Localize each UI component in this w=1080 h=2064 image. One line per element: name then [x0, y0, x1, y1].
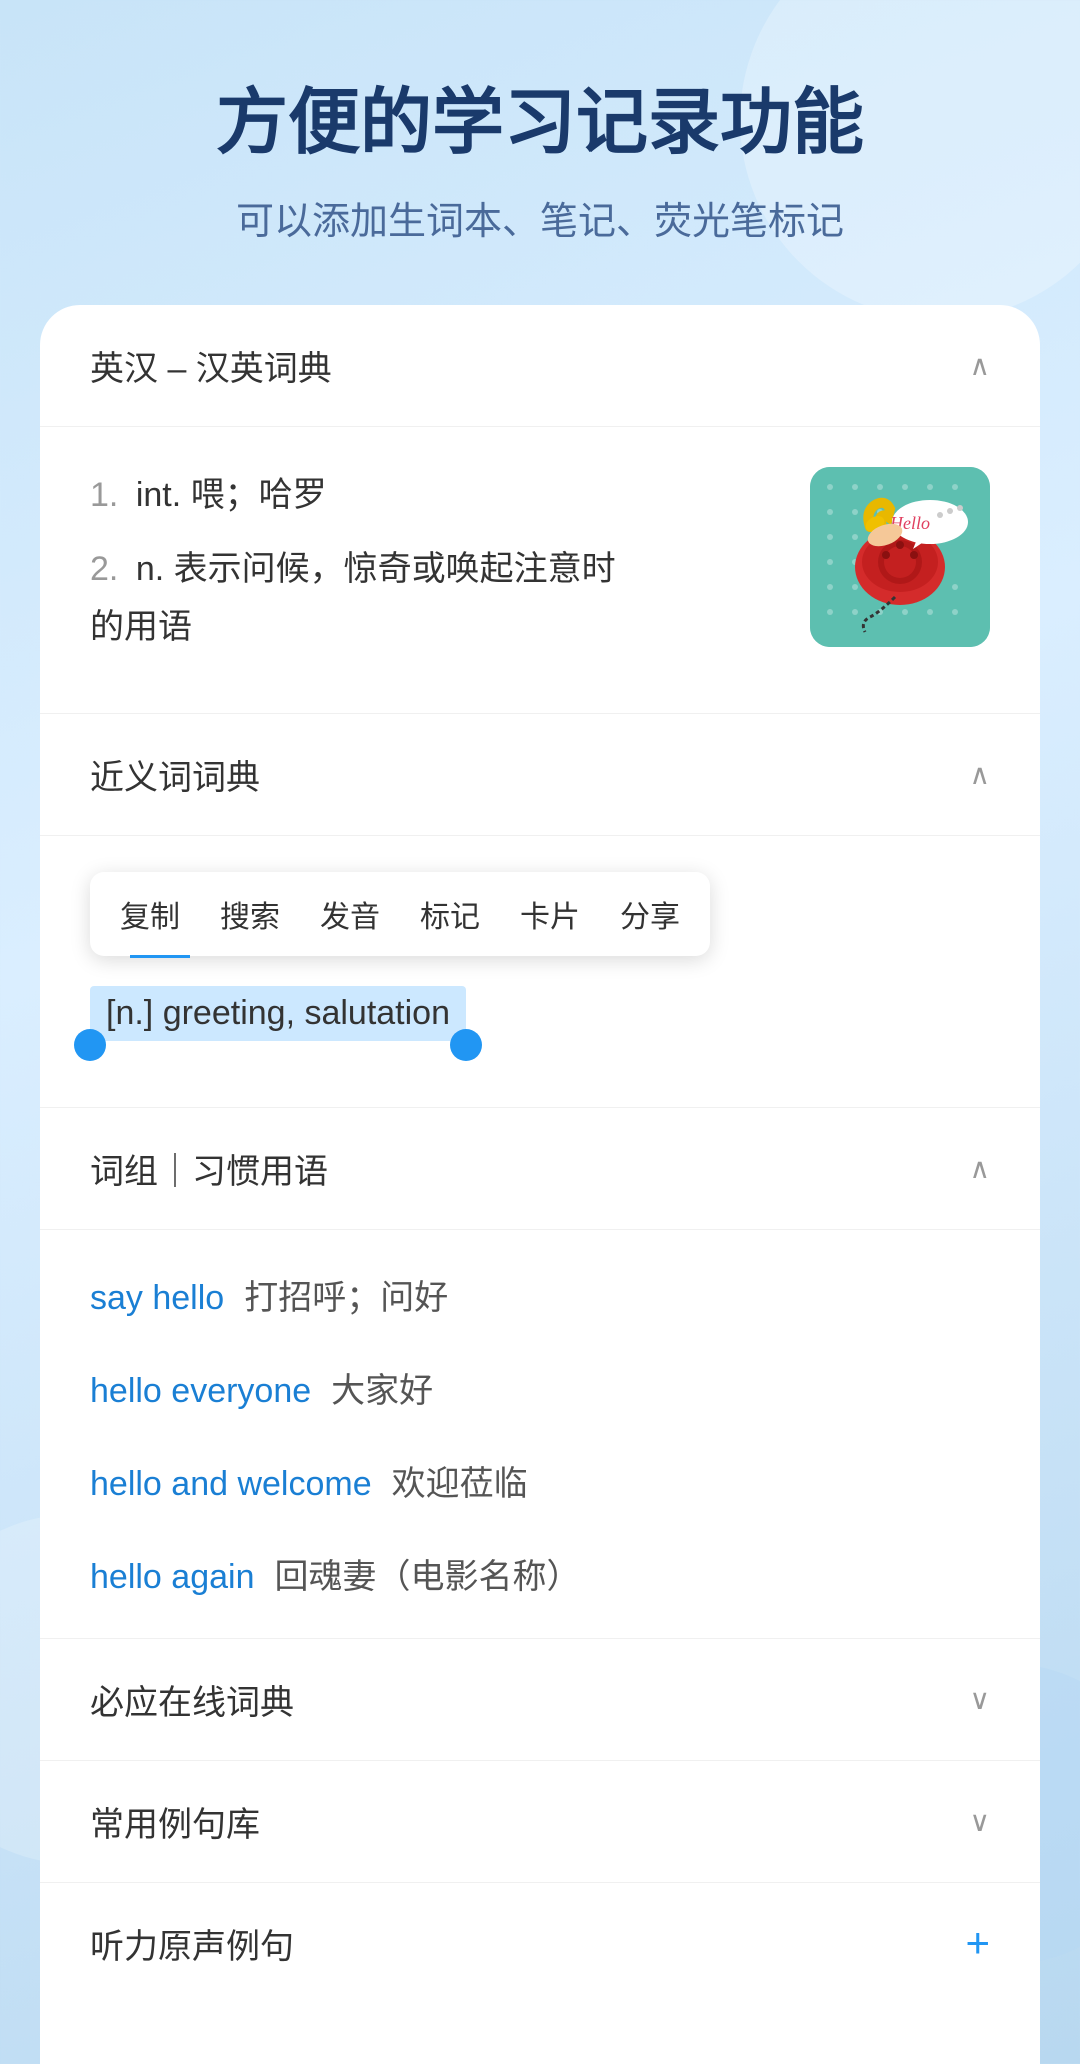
biying-section-title: 必应在线词典	[90, 1675, 294, 1724]
phrase-english-1[interactable]: say hello	[90, 1279, 224, 1318]
synonym-section-header[interactable]: 近义词词典 ∧	[40, 714, 1040, 836]
header-subtitle: 可以添加生词本、笔记、荧光笔标记	[60, 190, 1020, 245]
phrase-item-4: hello again 回魂妻（电影名称）	[90, 1549, 990, 1598]
context-menu-share[interactable]: 分享	[620, 892, 680, 936]
definition-section: 1. int. 喂；哈罗 2. n. 表示问候，惊奇或唤起注意时的用语	[40, 427, 1040, 713]
dictionary-chevron-up-icon: ∧	[970, 349, 991, 382]
synonym-selected-text: [n.] greeting, salutation	[90, 986, 466, 1041]
phrase-chinese-1: 打招呼；问好	[244, 1270, 448, 1319]
context-menu-search[interactable]: 搜索	[220, 892, 280, 936]
def-number-2: 2.	[90, 550, 118, 588]
hello-image: Hello	[810, 467, 990, 647]
synonym-section-content: 复制 搜索 发音 标记 卡片 分享 [n.] greeting, salutat…	[40, 836, 1040, 1108]
phrases-section-content: say hello 打招呼；问好 hello everyone 大家好 hell…	[40, 1230, 1040, 1639]
examples-section-header[interactable]: 常用例句库 ∨	[40, 1761, 1040, 1883]
header-section: 方便的学习记录功能 可以添加生词本、笔记、荧光笔标记	[0, 0, 1080, 305]
context-menu-mark[interactable]: 标记	[420, 892, 480, 936]
context-menu-card[interactable]: 卡片	[520, 892, 580, 936]
phrases-chevron-up-icon: ∧	[970, 1152, 991, 1185]
synonym-selected-text-container: [n.] greeting, salutation	[90, 986, 466, 1041]
dictionary-section-header[interactable]: 英汉 – 汉英词典 ∧	[40, 305, 1040, 427]
synonym-chevron-up-icon: ∧	[970, 758, 991, 791]
phrase-english-4[interactable]: hello again	[90, 1558, 254, 1597]
phrase-chinese-3: 欢迎莅临	[392, 1456, 528, 1505]
synonym-section-title: 近义词词典	[90, 750, 260, 799]
phrase-item-1: say hello 打招呼；问好	[90, 1270, 990, 1319]
phrases-section-header[interactable]: 词组｜习惯用语 ∧	[40, 1108, 1040, 1230]
phrase-item-2: hello everyone 大家好	[90, 1363, 990, 1412]
definition-item-2: 2. n. 表示问候，惊奇或唤起注意时的用语	[90, 541, 780, 657]
examples-chevron-down-icon: ∨	[970, 1805, 991, 1838]
definition-item-1: 1. int. 喂；哈罗	[90, 467, 780, 525]
selection-handle-left[interactable]	[74, 1029, 106, 1061]
audio-section-header[interactable]: 听力原声例句 +	[40, 1883, 1040, 2004]
phrase-chinese-2: 大家好	[331, 1363, 433, 1412]
def-type-1: int. 喂；哈罗	[136, 476, 327, 514]
biying-chevron-down-icon: ∨	[970, 1683, 991, 1716]
phrase-chinese-4: 回魂妻（电影名称）	[274, 1549, 580, 1598]
examples-section-title: 常用例句库	[90, 1797, 260, 1846]
phrase-item-3: hello and welcome 欢迎莅临	[90, 1456, 990, 1505]
main-card: 英汉 – 汉英词典 ∧ 1. int. 喂；哈罗 2. n. 表示问候，惊奇或唤…	[40, 305, 1040, 2063]
selection-handle-right[interactable]	[450, 1029, 482, 1061]
context-menu: 复制 搜索 发音 标记 卡片 分享	[90, 872, 710, 956]
add-icon[interactable]: +	[965, 1919, 990, 1967]
def-number-1: 1.	[90, 476, 118, 514]
dictionary-section-title: 英汉 – 汉英词典	[90, 341, 332, 390]
audio-section-title: 听力原声例句	[90, 1919, 294, 1968]
card-bottom-space	[40, 2004, 1040, 2064]
def-type-2: n. 表示问候，惊奇或唤起注意时的用语	[90, 550, 616, 646]
phrases-section-title: 词组｜习惯用语	[90, 1144, 328, 1193]
context-menu-pronounce[interactable]: 发音	[320, 892, 380, 936]
phrase-english-2[interactable]: hello everyone	[90, 1372, 311, 1411]
definition-text: 1. int. 喂；哈罗 2. n. 表示问候，惊奇或唤起注意时的用语	[90, 467, 810, 672]
phrase-english-3[interactable]: hello and welcome	[90, 1465, 372, 1504]
context-menu-copy[interactable]: 复制	[120, 892, 180, 936]
header-title: 方便的学习记录功能	[60, 80, 1020, 166]
biyng-section-header[interactable]: 必应在线词典 ∨	[40, 1639, 1040, 1761]
